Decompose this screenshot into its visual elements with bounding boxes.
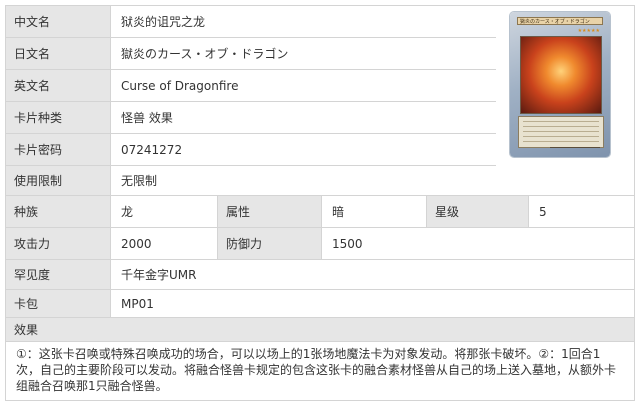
value-level: 5 [529,196,634,227]
card-info-table: 中文名 狱炎的诅咒之龙 日文名 獄炎のカース・オブ・ドラゴン 英文名 Curse… [5,5,635,401]
value-def: 1500 [322,228,634,259]
card-image-stars: ★★★★★ [577,28,600,34]
row-pack: 卡包 MP01 [6,290,634,318]
label-cn-name: 中文名 [6,6,111,37]
row-rarity: 罕见度 千年金字UMR [6,260,634,290]
value-attribute: 暗 [322,196,426,227]
card-atk-line [550,147,600,153]
value-atk: 2000 [111,228,218,259]
label-rarity: 罕见度 [6,260,111,289]
row-effect-header: 效果 [6,318,634,342]
row-race: 种族 龙 属性 暗 星级 5 [6,196,634,228]
card-image-name: 獄炎のカース・オブ・ドラゴン [517,17,603,25]
card-art [520,36,602,114]
card-image-cell: 獄炎のカース・オブ・ドラゴン ★★★★★ [496,6,634,166]
value-card-type: 怪兽 效果 [111,102,494,133]
label-jp-name: 日文名 [6,38,111,69]
label-effect: 效果 [6,318,634,341]
card-image[interactable]: 獄炎のカース・オブ・ドラゴン ★★★★★ [510,12,610,157]
label-password: 卡片密码 [6,134,111,165]
card-text-box [518,116,604,148]
label-en-name: 英文名 [6,70,111,101]
value-cn-name: 狱炎的诅咒之龙 [111,6,494,37]
label-level: 星级 [426,196,529,227]
label-pack: 卡包 [6,290,111,317]
value-limit: 无限制 [111,166,634,195]
effect-text: ①：这张卡召唤或特殊召唤成功的场合，可以以场上的1张场地魔法卡为对象发动。将那张… [16,347,617,393]
row-atk: 攻击力 2000 防御力 1500 [6,228,634,260]
value-pack: MP01 [111,290,634,317]
row-limit: 使用限制 无限制 [6,166,634,196]
value-rarity: 千年金字UMR [111,260,634,289]
label-card-type: 卡片种类 [6,102,111,133]
value-en-name: Curse of Dragonfire [111,70,494,101]
label-def: 防御力 [218,228,322,259]
value-jp-name: 獄炎のカース・オブ・ドラゴン [111,38,494,69]
label-race: 种族 [6,196,111,227]
value-password: 07241272 [111,134,494,165]
label-atk: 攻击力 [6,228,111,259]
label-limit: 使用限制 [6,166,111,195]
value-race: 龙 [111,196,218,227]
label-attribute: 属性 [218,196,322,227]
